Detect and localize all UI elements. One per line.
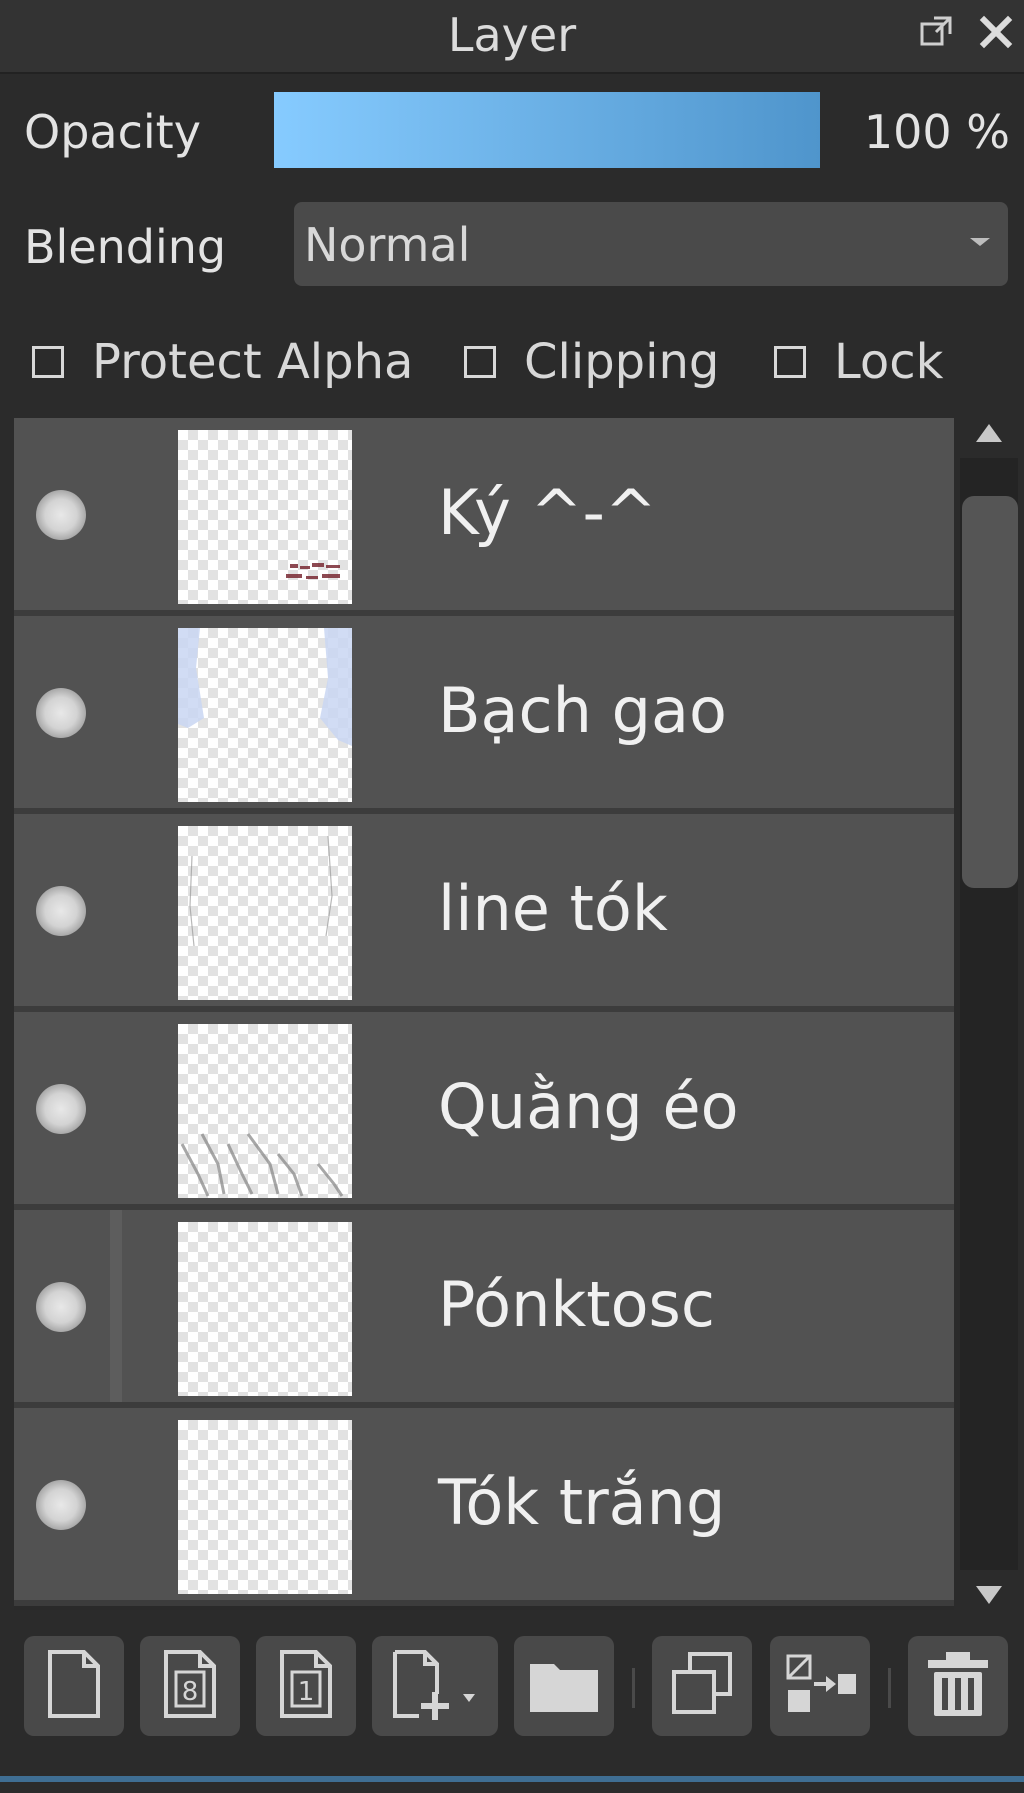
visibility-toggle-icon[interactable] <box>36 1282 86 1332</box>
visibility-toggle-icon[interactable] <box>36 1084 86 1134</box>
new-layer-icon <box>36 1646 112 1726</box>
add-layer-menu-icon <box>385 1646 485 1726</box>
protect-alpha-label: Protect Alpha <box>92 334 414 390</box>
new-1bit-layer-button[interactable]: 1 <box>256 1636 356 1736</box>
svg-text:8: 8 <box>182 1677 199 1707</box>
scroll-up-arrow-icon[interactable] <box>976 424 1002 442</box>
layer-row[interactable]: Bạch gao <box>14 616 954 814</box>
layer-row[interactable]: Ký ^-^ <box>14 418 954 616</box>
scroll-thumb[interactable] <box>962 496 1018 888</box>
add-layer-menu-button[interactable] <box>372 1636 498 1736</box>
layer-row[interactable]: Quằng éo <box>14 1012 954 1210</box>
layer-thumbnail <box>178 1420 352 1594</box>
chevron-down-icon <box>970 238 990 246</box>
new-8bit-layer-icon: 8 <box>152 1646 228 1726</box>
panel-title-bar[interactable]: Layer <box>0 0 1024 74</box>
duplicate-layer-icon <box>664 1646 740 1726</box>
layer-list[interactable]: Ký ^-^ Bạch gao line tók Quằng éo Pónkto… <box>14 418 954 1610</box>
lock-checkbox[interactable]: Lock <box>774 332 943 392</box>
clipping-checkbox[interactable]: Clipping <box>464 332 719 392</box>
blending-label: Blending <box>24 220 227 274</box>
new-folder-button[interactable] <box>514 1636 614 1736</box>
scroll-down-arrow-icon[interactable] <box>976 1586 1002 1604</box>
blending-dropdown[interactable]: Normal <box>294 202 1008 286</box>
opacity-slider-fill <box>274 92 820 168</box>
detach-icon[interactable] <box>918 14 954 50</box>
protect-alpha-box[interactable] <box>32 346 64 378</box>
lock-box[interactable] <box>774 346 806 378</box>
protect-alpha-checkbox[interactable]: Protect Alpha <box>32 332 413 392</box>
svg-text:1: 1 <box>298 1677 315 1707</box>
layer-name[interactable]: line tók <box>438 872 668 945</box>
lock-label: Lock <box>834 334 944 390</box>
close-icon[interactable] <box>978 14 1014 50</box>
layer-thumbnail <box>178 628 352 802</box>
panel-bottom-accent <box>0 1776 1024 1782</box>
toolbar-separator <box>888 1668 891 1708</box>
layer-name[interactable]: Ký ^-^ <box>438 476 657 549</box>
opacity-label: Opacity <box>24 105 201 159</box>
new-8bit-layer-button[interactable]: 8 <box>140 1636 240 1736</box>
new-folder-icon <box>526 1646 602 1726</box>
layer-thumbnail <box>178 430 352 604</box>
new-layer-button[interactable] <box>24 1636 124 1736</box>
clipping-label: Clipping <box>524 334 720 390</box>
layer-name[interactable]: Bạch gao <box>438 674 727 747</box>
visibility-toggle-icon[interactable] <box>36 490 86 540</box>
layer-name[interactable]: Quằng éo <box>438 1070 739 1143</box>
merge-layer-button[interactable] <box>770 1636 870 1736</box>
opacity-value: 100 % <box>863 105 1010 159</box>
layer-thumbnail <box>178 1024 352 1198</box>
visibility-toggle-icon[interactable] <box>36 688 86 738</box>
opacity-slider[interactable] <box>274 92 820 168</box>
blending-selected-value: Normal <box>304 218 471 272</box>
layer-row[interactable]: Pónktosc <box>14 1210 954 1408</box>
panel-title: Layer <box>447 8 577 62</box>
merge-layer-icon <box>782 1646 858 1726</box>
layer-panel: Layer Opacity 100 % Blending Normal Prot… <box>0 0 1024 1793</box>
layer-list-scrollbar[interactable] <box>958 418 1018 1610</box>
visibility-toggle-icon[interactable] <box>36 886 86 936</box>
layer-toolbar: 8 1 <box>0 1612 1024 1764</box>
layer-row[interactable]: Tók trắng <box>14 1408 954 1606</box>
layer-thumbnail <box>178 1222 352 1396</box>
new-1bit-layer-icon: 1 <box>268 1646 344 1726</box>
delete-layer-button[interactable] <box>908 1636 1008 1736</box>
layer-row-indent <box>110 1210 122 1402</box>
duplicate-layer-button[interactable] <box>652 1636 752 1736</box>
clipping-box[interactable] <box>464 346 496 378</box>
toolbar-separator <box>632 1668 635 1708</box>
delete-layer-icon <box>920 1646 996 1726</box>
layer-name[interactable]: Tók trắng <box>438 1466 725 1539</box>
visibility-toggle-icon[interactable] <box>36 1480 86 1530</box>
layer-name[interactable]: Pónktosc <box>438 1268 715 1341</box>
layer-row[interactable]: line tók <box>14 814 954 1012</box>
layer-thumbnail <box>178 826 352 1000</box>
scroll-track[interactable] <box>960 458 1018 1570</box>
